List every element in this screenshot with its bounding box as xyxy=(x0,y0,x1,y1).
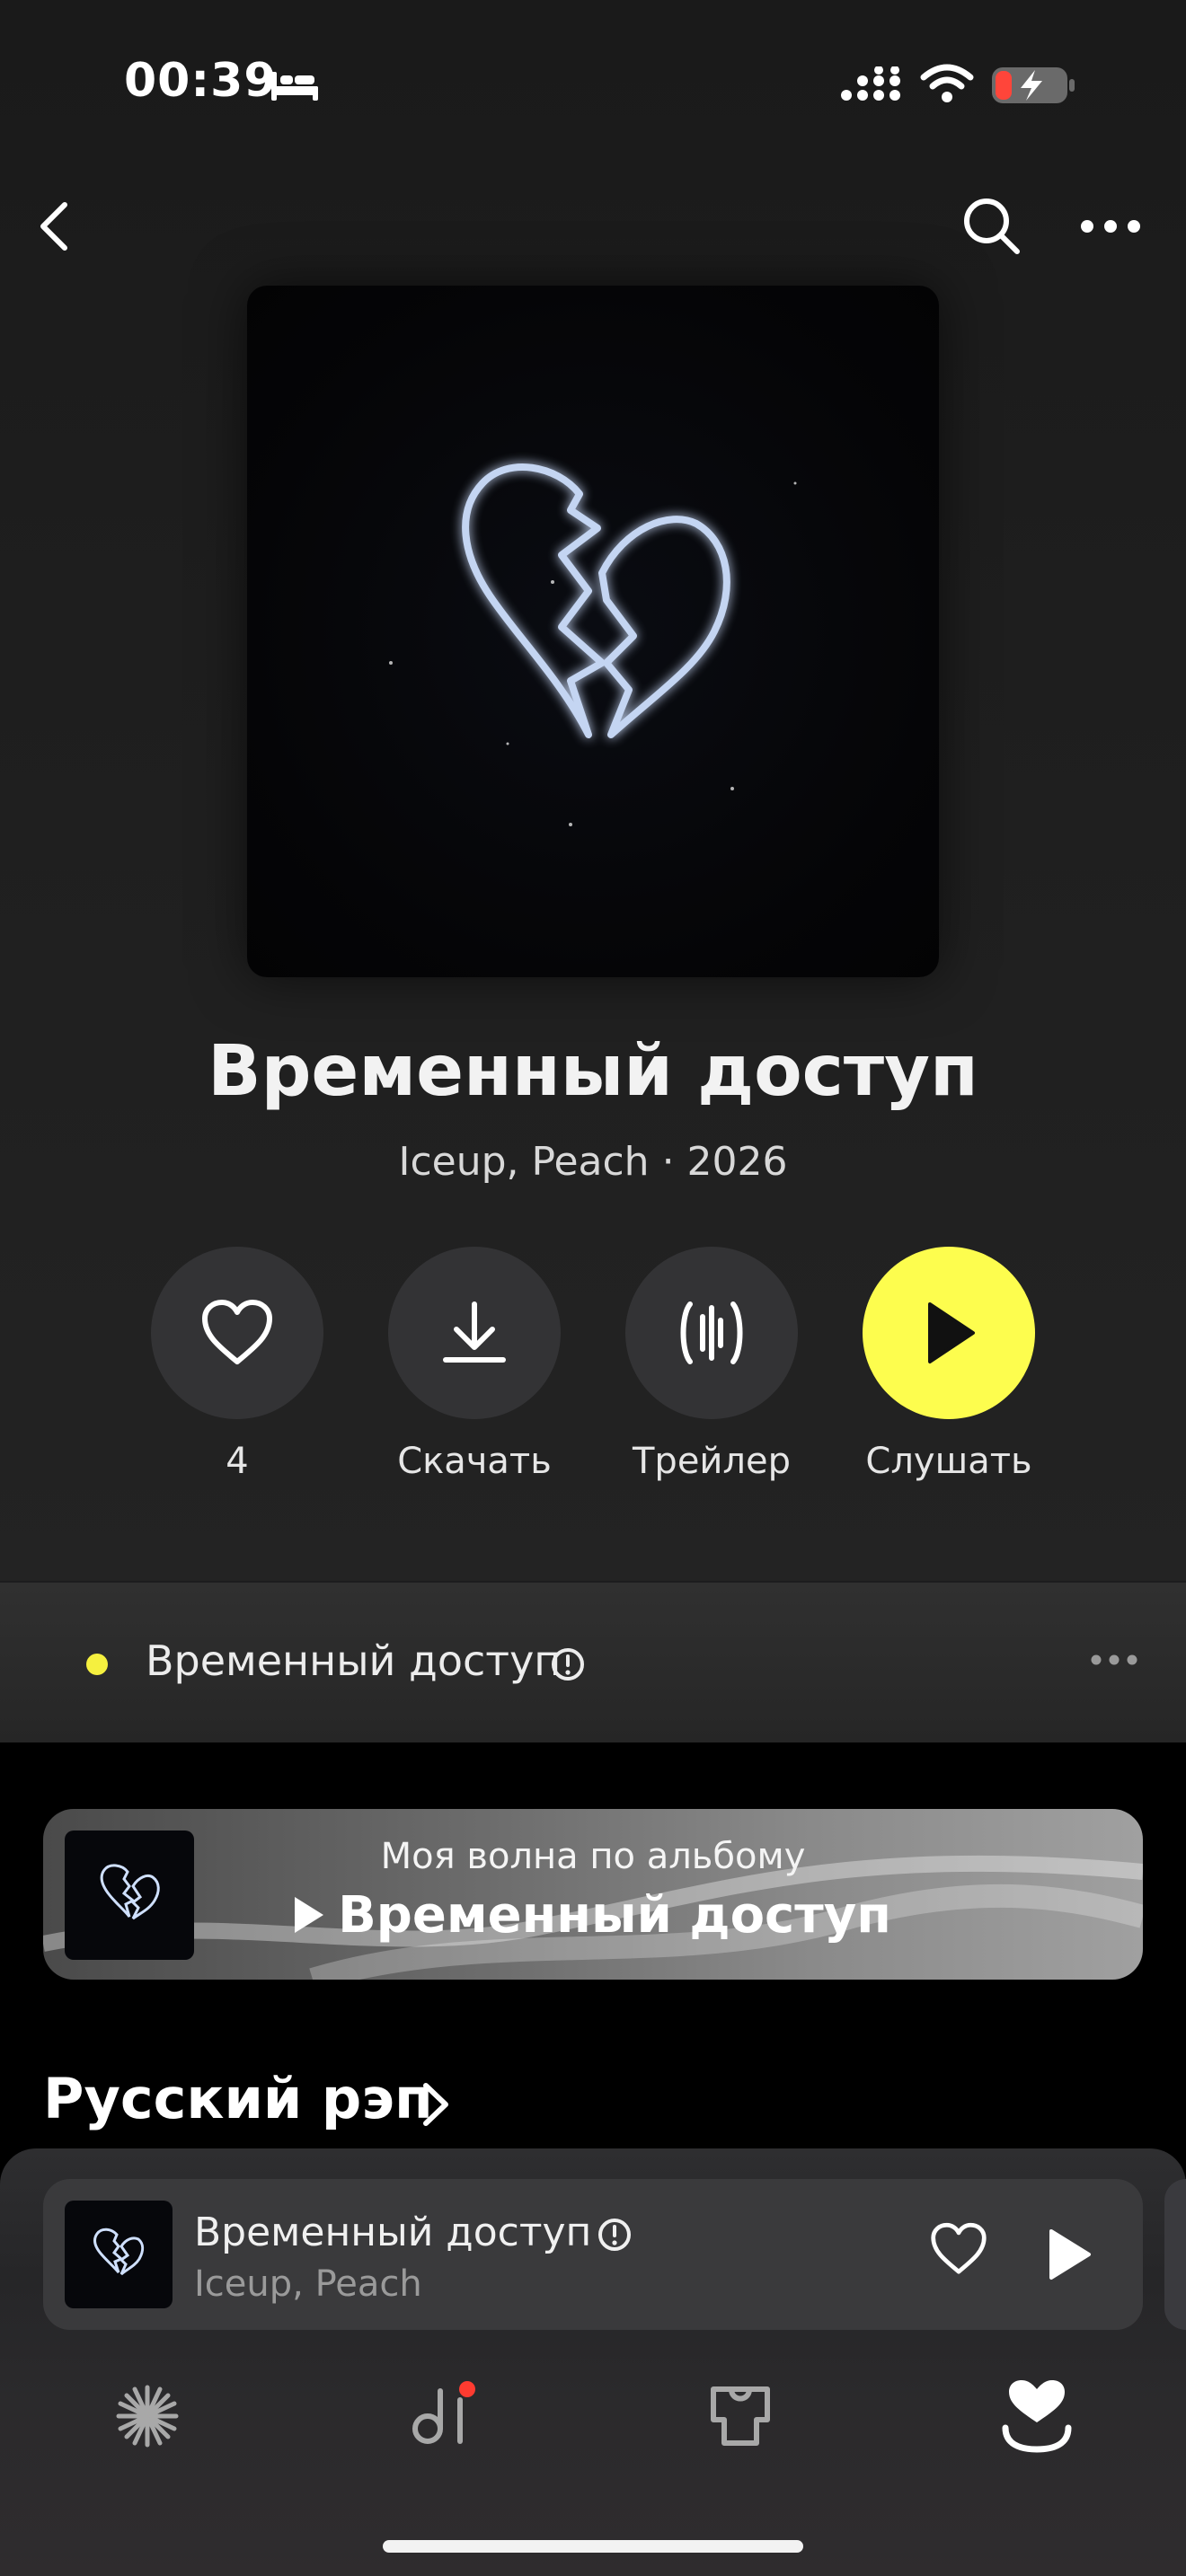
download-action[interactable]: Скачать xyxy=(371,1247,578,1482)
more-icon xyxy=(1091,1654,1137,1665)
now-playing-indicator xyxy=(86,1654,108,1675)
wave-title-text: Временный доступ xyxy=(338,1886,891,1945)
podcast-icon xyxy=(711,2386,770,2446)
album-meta: Iceup, Peach · 2026 xyxy=(0,1139,1186,1185)
nav-my-wave[interactable] xyxy=(93,2371,201,2461)
signal-icon xyxy=(839,66,902,106)
status-time: 00:39 xyxy=(124,54,278,108)
track-title[interactable]: Временный доступ xyxy=(146,1636,561,1685)
album-artists[interactable]: Iceup, Peach xyxy=(398,1139,649,1185)
listen-button[interactable] xyxy=(863,1247,1035,1419)
nav-favorites[interactable] xyxy=(983,2371,1091,2461)
listen-action[interactable]: Слушать xyxy=(845,1247,1052,1482)
mini-player-thumbnail xyxy=(65,2201,173,2308)
album-title: Временный доступ xyxy=(208,1031,978,1112)
play-icon xyxy=(295,1896,324,1933)
explicit-icon xyxy=(597,2217,633,2256)
heart-icon xyxy=(202,1300,272,1364)
mini-player-next-card[interactable] xyxy=(1164,2179,1186,2330)
wifi-icon xyxy=(920,63,974,108)
nav-collection[interactable] xyxy=(390,2371,498,2461)
trailer-label: Трейлер xyxy=(633,1441,791,1482)
home-indicator xyxy=(383,2540,803,2553)
trailer-action[interactable]: Трейлер xyxy=(608,1247,815,1482)
mini-player-artist: Iceup, Peach xyxy=(194,2263,422,2305)
trailer-button[interactable] xyxy=(625,1247,798,1419)
album-year: 2026 xyxy=(686,1139,788,1185)
download-icon xyxy=(443,1301,506,1363)
like-action[interactable]: 4 xyxy=(134,1247,341,1482)
battery-charging-icon xyxy=(990,65,1076,110)
play-icon xyxy=(1049,2229,1091,2280)
heart-icon xyxy=(931,2222,987,2274)
trailer-icon xyxy=(680,1301,743,1364)
back-button[interactable] xyxy=(27,194,81,259)
collection-icon xyxy=(412,2381,475,2444)
wave-title[interactable]: Временный доступ xyxy=(207,1886,979,1945)
wave-subtitle: Моя волна по альбому xyxy=(380,1836,806,1877)
more-icon xyxy=(1081,220,1140,233)
mini-player-title: Временный доступ xyxy=(194,2210,592,2255)
listen-label: Слушать xyxy=(865,1441,1032,1482)
back-icon xyxy=(40,202,67,251)
explicit-icon xyxy=(550,1646,586,1686)
album-cover xyxy=(247,286,939,977)
play-icon xyxy=(928,1302,975,1363)
search-button[interactable] xyxy=(960,194,1022,257)
wave-thumbnail xyxy=(65,1831,194,1960)
chevron-right-icon[interactable] xyxy=(420,2082,451,2130)
bed-icon xyxy=(270,66,320,106)
meta-separator: · xyxy=(649,1139,687,1185)
like-count: 4 xyxy=(226,1441,249,1482)
track-more-button[interactable] xyxy=(1089,1653,1139,1671)
like-button[interactable] xyxy=(151,1247,323,1419)
download-button[interactable] xyxy=(388,1247,561,1419)
nav-podcasts[interactable] xyxy=(686,2371,794,2461)
mini-player-like-button[interactable] xyxy=(929,2222,988,2280)
download-label: Скачать xyxy=(397,1441,552,1482)
wave-icon xyxy=(116,2385,179,2448)
broken-heart-artwork xyxy=(389,463,797,826)
section-title[interactable]: Русский рэп xyxy=(43,2066,433,2131)
search-icon xyxy=(964,198,1020,254)
mini-player-play-button[interactable] xyxy=(1046,2228,1093,2285)
more-button[interactable] xyxy=(1075,207,1146,246)
favorites-icon xyxy=(1002,2380,1072,2453)
